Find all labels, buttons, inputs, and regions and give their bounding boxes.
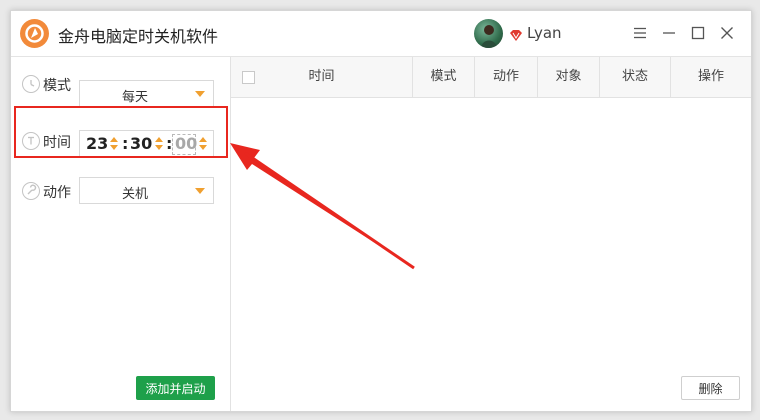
app-title: 金舟电脑定时关机软件 [58, 27, 219, 46]
menu-icon[interactable] [629, 22, 651, 44]
wrench-icon [22, 182, 40, 200]
mode-value: 每天 [121, 90, 148, 105]
action-value: 关机 [121, 187, 148, 202]
action-label: 动作 [43, 185, 71, 201]
column-header-mode: 模式 [412, 57, 474, 97]
title-bar: 金舟电脑定时关机软件 Lyan [11, 11, 751, 57]
maximize-icon[interactable] [687, 22, 709, 44]
add-and-start-button[interactable]: 添加并启动 [136, 376, 215, 400]
vip-diamond-icon [509, 27, 523, 41]
action-select[interactable]: 关机 [79, 177, 214, 204]
column-header-status: 状态 [599, 57, 670, 97]
alarm-clock-icon [22, 75, 40, 93]
column-header-operation: 操作 [670, 57, 751, 97]
settings-panel: 模式 每天 时间 23 : 30 : 00 动作 关机 添加并启动 [11, 57, 231, 411]
chevron-down-icon [195, 188, 205, 194]
column-header-target: 对象 [537, 57, 599, 97]
column-header-time: 时间 [308, 69, 335, 84]
task-table: 时间 模式 动作 对象 状态 操作 删除 [231, 57, 751, 411]
mode-label: 模式 [43, 78, 71, 94]
time-row-highlight [14, 106, 228, 158]
mode-select[interactable]: 每天 [79, 80, 214, 107]
delete-button[interactable]: 删除 [681, 376, 740, 400]
chevron-down-icon [195, 91, 205, 97]
table-header: 时间 模式 动作 对象 状态 操作 [231, 57, 751, 98]
minimize-icon[interactable] [658, 22, 680, 44]
app-logo-icon [20, 19, 49, 48]
avatar[interactable] [474, 19, 503, 48]
column-header-action: 动作 [474, 57, 537, 97]
app-window: 金舟电脑定时关机软件 Lyan 模式 每天 时间 23: 30: 00 动作… [10, 10, 752, 412]
username[interactable]: Lyan [527, 24, 562, 42]
close-icon[interactable] [716, 22, 738, 44]
